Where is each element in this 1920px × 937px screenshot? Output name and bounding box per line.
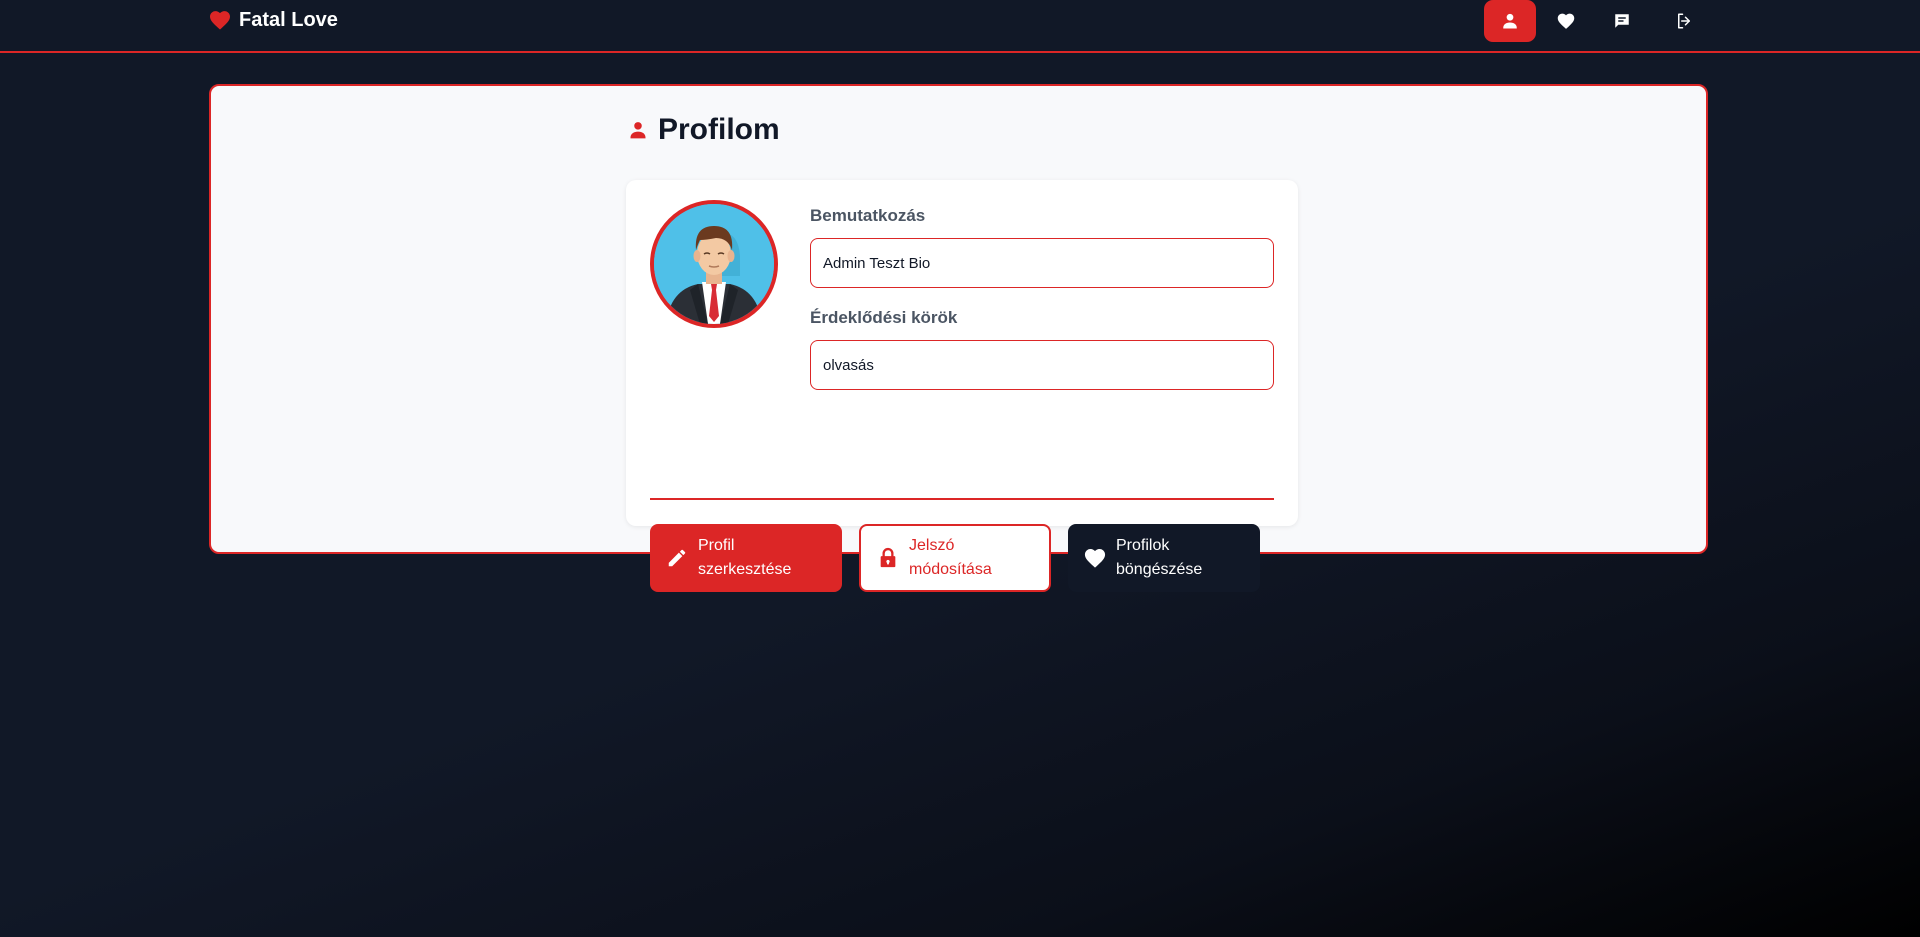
change-password-button[interactable]: Jelszó módosítása [859, 524, 1051, 592]
browse-profiles-label: Profilok böngészése [1116, 537, 1203, 578]
page-title: Profilom [628, 110, 780, 150]
browse-profiles-button[interactable]: Profilok böngészése [1068, 524, 1260, 592]
bio-label: Bemutatkozás [810, 206, 926, 225]
lock-icon [880, 547, 896, 568]
profile-card: Profilom Bemutatkozás Admin Teszt Bio Ér… [209, 84, 1708, 592]
nav-messages-button[interactable] [1596, 0, 1648, 42]
bio-input[interactable] [810, 238, 1274, 288]
interests-label: Érdeklődési körök [810, 308, 958, 327]
change-password-label: Jelszó módosítása [909, 537, 992, 578]
divider [650, 498, 1274, 500]
nav-logout-button[interactable] [1658, 0, 1710, 42]
navbar: Fatal Love [0, 0, 1920, 53]
person-icon [1503, 13, 1517, 29]
heart-icon [1084, 549, 1106, 568]
avatar [650, 200, 778, 328]
heart-icon [1557, 13, 1575, 29]
edit-profile-label: Profil szerkesztése [698, 537, 792, 578]
brand-name: Fatal Love [239, 8, 338, 31]
brand[interactable]: Fatal Love [209, 7, 338, 33]
logout-icon [1678, 13, 1690, 29]
chat-icon [1615, 14, 1629, 28]
pencil-icon [668, 549, 686, 567]
person-icon [630, 122, 646, 139]
edit-profile-button[interactable]: Profil szerkesztése [650, 524, 842, 592]
nav-matches-button[interactable] [1540, 0, 1592, 42]
page-title-text: Profilom [658, 113, 780, 146]
interests-input[interactable] [810, 340, 1274, 390]
heart-icon [210, 11, 230, 30]
nav-profile-button[interactable] [1484, 0, 1536, 42]
avatar-image [654, 204, 774, 324]
profile-panel: Bemutatkozás Érdeklődési körök Profil sz… [626, 180, 1298, 592]
